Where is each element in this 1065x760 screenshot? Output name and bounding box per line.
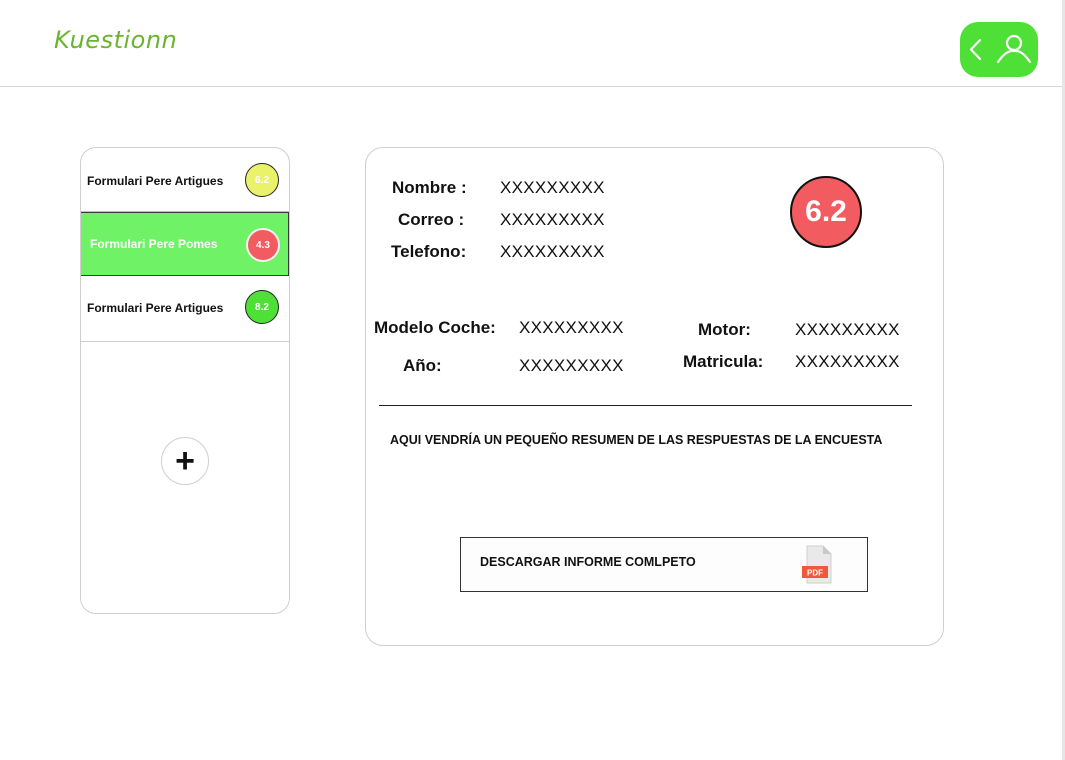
download-report-label: DESCARGAR INFORME COMLPETO [480, 555, 696, 569]
form-list-item-selected[interactable]: Formulari Pere Pomes 4.3 [81, 212, 289, 276]
back-user-icon [969, 34, 1032, 64]
matricula-value: XXXXXXXXX [795, 352, 900, 371]
divider [379, 405, 912, 406]
correo-label: Correo : [398, 210, 465, 229]
add-form-button[interactable]: + [161, 437, 209, 485]
pdf-file-icon: PDF [802, 545, 832, 584]
brand-logo: Kuestionn [54, 26, 178, 54]
survey-summary: AQUI VENDRÍA UN PEQUEÑO RESUMEN DE LAS R… [390, 433, 883, 447]
form-list-item[interactable]: Formulari Pere Artigues 6.2 [81, 148, 289, 212]
form-item-label: Formulari Pere Pomes [90, 237, 218, 251]
correo-value: XXXXXXXXX [500, 210, 605, 229]
motor-label: Motor: [698, 320, 751, 339]
nombre-value: XXXXXXXXX [500, 178, 605, 197]
form-item-label: Formulari Pere Artigues [87, 301, 224, 315]
app-header: Kuestionn [0, 0, 1062, 87]
forms-list-panel: Formulari Pere Artigues 6.2 Formulari Pe… [80, 147, 290, 614]
score-badge: 8.2 [245, 290, 279, 324]
score-badge: 6.2 [245, 163, 279, 197]
anio-label: Año: [403, 356, 442, 375]
pdf-icon-text: PDF [807, 569, 823, 578]
modelo-coche-value: XXXXXXXXX [519, 318, 624, 337]
modelo-coche-label: Modelo Coche: [374, 318, 496, 337]
telefono-label: Telefono: [391, 242, 467, 261]
user-back-button[interactable] [960, 22, 1038, 77]
download-report-button[interactable]: DESCARGAR INFORME COMLPETO PDF [460, 537, 868, 592]
matricula-label: Matricula: [683, 352, 764, 371]
nombre-label: Nombre : [392, 178, 467, 197]
score-circle: 6.2 [790, 176, 862, 248]
form-list-item[interactable]: Formulari Pere Artigues 8.2 [81, 277, 289, 342]
telefono-value: XXXXXXXXX [500, 242, 605, 261]
motor-value: XXXXXXXXX [795, 320, 900, 339]
form-item-label: Formulari Pere Artigues [87, 174, 224, 188]
form-detail-card: Nombre : XXXXXXXXX Correo : XXXXXXXXX Te… [365, 147, 944, 646]
anio-value: XXXXXXXXX [519, 356, 624, 375]
score-badge: 4.3 [246, 228, 280, 262]
